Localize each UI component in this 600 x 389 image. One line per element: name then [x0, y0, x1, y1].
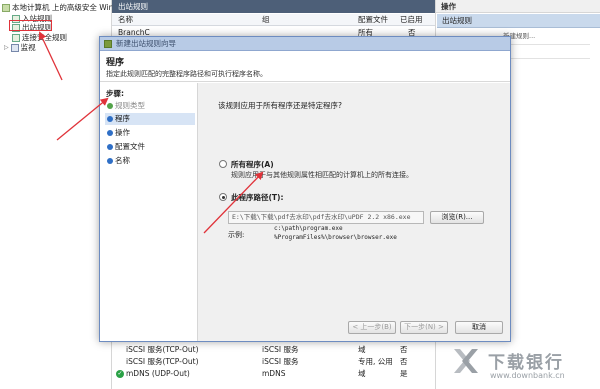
tree-root[interactable]: 本地计算机 上的高级安全 Wind	[2, 2, 118, 13]
next-button[interactable]: 下一步(N) >	[400, 321, 448, 334]
back-button[interactable]: < 上一步(B)	[348, 321, 396, 334]
step-label: 操作	[115, 128, 130, 137]
step-current-icon	[107, 116, 113, 122]
rule-profile: 专用, 公用	[358, 357, 393, 366]
enabled-check-icon: ✓	[116, 370, 124, 378]
expand-arrow-icon[interactable]: ▷	[4, 42, 9, 53]
browse-button[interactable]: 浏览(R)...	[430, 211, 484, 224]
watermark-text: 下载银行	[488, 353, 564, 373]
table-row[interactable]: iSCSI 服务(TCP-Out) iSCSI 服务 专用, 公用 否	[112, 356, 435, 367]
pane-title: 出站规则	[112, 0, 435, 13]
wizard-icon	[104, 40, 112, 48]
column-header-profile[interactable]: 配置文件	[358, 14, 388, 26]
column-header-enabled[interactable]: 已启用	[400, 14, 423, 26]
outbound-highlight-box	[9, 20, 52, 31]
site-watermark: 下载银行 www.downbank.cn	[448, 343, 598, 387]
question-text: 该规则应用于所有程序还是特定程序?	[218, 101, 342, 110]
console-tree: 本地计算机 上的高级安全 Wind 入站规则 出站规则 连接安全规则 ▷ 监视	[0, 0, 118, 389]
step-icon	[107, 158, 113, 164]
rule-group: mDNS	[262, 369, 286, 378]
rule-profile: 域	[358, 345, 366, 354]
column-header-name[interactable]: 名称	[118, 14, 133, 26]
rule-name: iSCSI 服务(TCP-Out)	[126, 345, 199, 354]
step-label: 配置文件	[115, 142, 145, 151]
rule-enabled: 否	[400, 345, 408, 354]
page-subtitle: 指定此规则匹配的完整程序路径和可执行程序名称。	[106, 70, 267, 78]
new-outbound-rule-wizard: 新建出站规则向导 程序 指定此规则匹配的完整程序路径和可执行程序名称。 步骤: …	[99, 36, 511, 342]
column-header-group[interactable]: 组	[262, 14, 270, 26]
step-rule-type[interactable]: 规则类型	[105, 100, 195, 112]
watermark-url: www.downbank.cn	[490, 371, 565, 380]
actions-title: 操作	[436, 0, 600, 13]
rule-name-cell: ✓ mDNS (UDP-Out)	[116, 368, 190, 379]
step-program[interactable]: 程序	[105, 113, 195, 125]
dialog-titlebar[interactable]: 新建出站规则向导	[100, 37, 510, 51]
this-program-radio[interactable]	[219, 193, 227, 201]
step-name[interactable]: 名称	[105, 155, 195, 167]
all-programs-label[interactable]: 所有程序(A)	[231, 159, 274, 170]
rule-group: iSCSI 服务	[262, 345, 299, 354]
all-programs-radio[interactable]	[219, 160, 227, 168]
rule-enabled: 否	[400, 357, 408, 366]
page-title: 程序	[106, 58, 125, 68]
step-icon	[107, 144, 113, 150]
table-row[interactable]: iSCSI 服务(TCP-Out) iSCSI 服务 域 否	[112, 344, 435, 355]
step-label: 规则类型	[115, 101, 145, 110]
tree-item-label: 监视	[20, 43, 36, 52]
step-label: 名称	[115, 156, 130, 165]
step-icon	[107, 130, 113, 136]
example-path: %ProgramFiles%\browser\browser.exe	[274, 234, 397, 241]
example-path: c:\path\program.exe	[274, 225, 343, 232]
wizard-content: 该规则应用于所有程序还是特定程序? 所有程序(A) 规则应用于与其他规则属性相匹…	[197, 83, 510, 341]
step-profile[interactable]: 配置文件	[105, 141, 195, 153]
example-label: 示例:	[228, 231, 245, 239]
rule-enabled: 是	[400, 369, 408, 378]
dialog-title: 新建出站规则向导	[116, 39, 176, 48]
step-label: 程序	[115, 114, 130, 123]
cancel-button[interactable]: 取消	[455, 321, 503, 334]
step-action[interactable]: 操作	[105, 127, 195, 139]
step-done-icon	[107, 103, 113, 109]
list-header: 名称 组 配置文件 已启用	[112, 14, 435, 26]
program-path-field[interactable]: E:\下载\下载\pdf去水印\pdf去水印\uPDF 2.2 x86.exe	[228, 211, 424, 224]
rule-name: iSCSI 服务(TCP-Out)	[126, 357, 199, 366]
rule-profile: 域	[358, 369, 366, 378]
rule-name: mDNS (UDP-Out)	[126, 369, 190, 378]
tree-root-label: 本地计算机 上的高级安全 Wind	[12, 3, 119, 12]
rule-group: iSCSI 服务	[262, 357, 299, 366]
actions-section-outbound[interactable]: 出站规则	[437, 14, 600, 28]
all-programs-description: 规则应用于与其他规则属性相匹配的计算机上的所有连接。	[231, 171, 413, 179]
monitor-icon	[10, 43, 19, 52]
wizard-steps: 步骤: 规则类型 程序 操作 配置文件 名称	[100, 83, 196, 341]
steps-title: 步骤:	[106, 89, 124, 98]
dialog-header: 程序 指定此规则匹配的完整程序路径和可执行程序名称。	[100, 52, 510, 82]
download-logo-icon	[454, 349, 478, 373]
firewall-icon	[2, 3, 10, 12]
this-program-label[interactable]: 此程序路径(T):	[231, 192, 283, 203]
tree-item-monitor[interactable]: ▷ 监视	[4, 42, 36, 53]
security-rules-icon	[12, 33, 20, 42]
table-row[interactable]: ✓ mDNS (UDP-Out) mDNS 域 是	[112, 368, 435, 379]
